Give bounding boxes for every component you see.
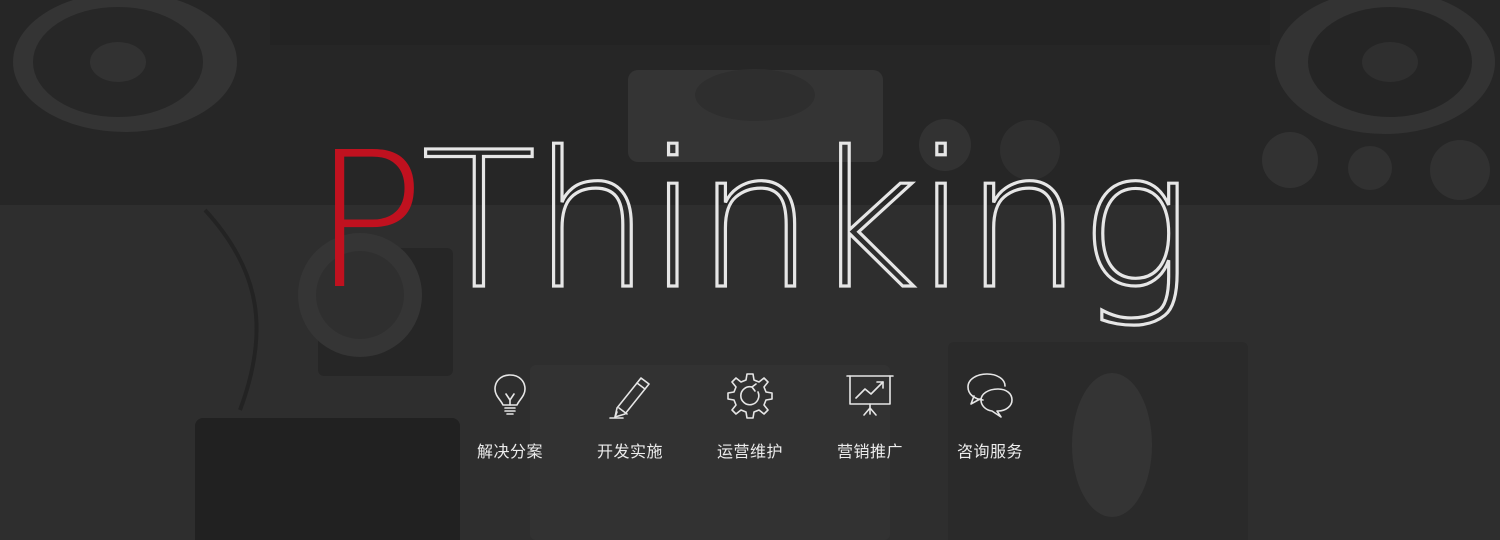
service-development[interactable]: 开发实施: [570, 370, 690, 470]
service-operations[interactable]: 运营维护: [690, 370, 810, 470]
gear-icon: [725, 370, 775, 420]
service-label: 开发实施: [596, 442, 663, 461]
service-label: 咨询服务: [956, 442, 1023, 461]
service-label: 解决分案: [476, 442, 543, 461]
chat-bubbles-icon: [965, 370, 1015, 420]
brand-logo: PThinking: [0, 110, 1500, 340]
service-label: 运营维护: [716, 442, 783, 461]
svg-text:PThinking: PThinking: [312, 112, 1188, 331]
pencil-icon: [605, 370, 655, 420]
lightbulb-icon: [485, 370, 535, 420]
service-marketing[interactable]: 营销推广: [810, 370, 930, 470]
service-consulting[interactable]: 咨询服务: [930, 370, 1050, 470]
service-label: 营销推广: [836, 442, 903, 461]
presentation-chart-icon: [845, 370, 895, 420]
services-row: 解决分案 开发实施 运营维护 营销推广 咨询服务: [450, 370, 1050, 470]
service-solution[interactable]: 解决分案: [450, 370, 570, 470]
hero-banner: PThinking 解决分案 开发实施 运营维护 营销推广 咨询服务: [0, 0, 1500, 540]
brand-initial: P: [312, 112, 421, 331]
brand-name-rest: Thinking: [421, 112, 1187, 331]
